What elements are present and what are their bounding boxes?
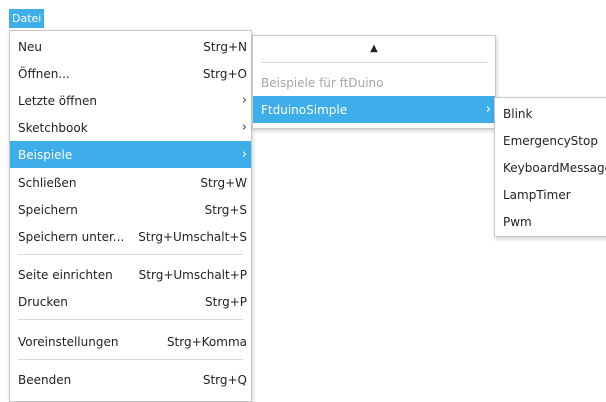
menu-item-shortcut: Strg+S: [204, 202, 247, 217]
menu-item-speichern[interactable]: Speichern Strg+S: [10, 196, 251, 223]
menu-item-shortcut: Strg+O: [202, 66, 247, 81]
menu-item-oeffnen[interactable]: Öffnen... Strg+O: [10, 60, 251, 87]
chevron-right-icon: ›: [485, 102, 491, 117]
menu-item-beispiele[interactable]: Beispiele ›: [10, 141, 251, 168]
menu-item-letzte-oeffnen[interactable]: Letzte öffnen ›: [10, 87, 251, 114]
menu-item-ftduinosimple[interactable]: FtduinoSimple ›: [253, 96, 495, 123]
menu-item-shortcut: Strg+Q: [202, 372, 247, 387]
menu-item-label: Neu: [18, 39, 42, 54]
menu-item-shortcut: Strg+Komma: [166, 334, 247, 349]
menu-item-label: Beispiele: [18, 147, 73, 162]
chevron-right-icon: ›: [241, 120, 247, 135]
menu-item-blink[interactable]: Blink: [495, 100, 606, 127]
menu-item-label: LampTimer: [503, 187, 571, 202]
menu-item-emergencystop[interactable]: EmergencyStop: [495, 127, 606, 154]
menu-item-shortcut: Strg+Umschalt+S: [138, 229, 247, 244]
menu-item-label: Voreinstellungen: [18, 334, 119, 349]
menu-separator: [18, 359, 243, 360]
menu-item-label: Pwm: [503, 214, 532, 229]
menu-item-schliessen[interactable]: Schließen Strg+W: [10, 169, 251, 196]
chevron-right-icon: ›: [241, 93, 247, 108]
menu-item-shortcut: Strg+W: [200, 175, 247, 190]
menu-separator: [18, 319, 243, 320]
menu-separator: [261, 62, 487, 63]
menu-item-sketchbook[interactable]: Sketchbook ›: [10, 114, 251, 141]
menu-separator: [18, 254, 243, 255]
menu-item-neu[interactable]: Neu Strg+N: [10, 33, 251, 60]
menu-item-voreinstellungen[interactable]: Voreinstellungen Strg+Komma: [10, 328, 251, 355]
menu-item-label: Speichern unter...: [18, 229, 125, 244]
menu-item-pwm[interactable]: Pwm: [495, 208, 606, 235]
menu-item-label: Speichern: [18, 202, 78, 217]
examples-menu: ▲ Beispiele für ftDuino FtduinoSimple ›: [252, 35, 496, 129]
menu-item-label: Öffnen...: [18, 66, 70, 81]
menu-item-speichern-unter[interactable]: Speichern unter... Strg+Umschalt+S: [10, 223, 251, 250]
menu-item-shortcut: Strg+P: [205, 294, 247, 309]
chevron-right-icon: ›: [241, 147, 247, 162]
menu-item-label: Blink: [503, 106, 533, 121]
menu-item-keyboardmessage[interactable]: KeyboardMessage: [495, 154, 606, 181]
menubar-datei[interactable]: Datei: [9, 9, 45, 28]
scroll-up-arrow-icon[interactable]: ▲: [253, 39, 495, 59]
menu-item-label: Schließen: [18, 175, 77, 190]
menu-item-lamptimer[interactable]: LampTimer: [495, 181, 606, 208]
menu-item-label: FtduinoSimple: [261, 102, 348, 117]
menu-item-shortcut: Strg+N: [203, 39, 247, 54]
menu-item-seite-einrichten[interactable]: Seite einrichten Strg+Umschalt+P: [10, 261, 251, 288]
file-menu: Neu Strg+N Öffnen... Strg+O Letzte öffne…: [9, 30, 252, 402]
menu-item-label: Drucken: [18, 294, 68, 309]
menu-item-label: Seite einrichten: [18, 267, 113, 282]
menu-item-shortcut: Strg+Umschalt+P: [138, 267, 247, 282]
menu-item-label: Beenden: [18, 372, 72, 387]
section-header-ftduino: Beispiele für ftDuino: [253, 69, 495, 96]
menu-item-label: KeyboardMessage: [503, 160, 606, 175]
section-header-label: Beispiele für ftDuino: [261, 75, 384, 90]
menu-item-label: Letzte öffnen: [18, 93, 97, 108]
menu-item-label: Sketchbook: [18, 120, 88, 135]
menu-item-label: EmergencyStop: [503, 133, 598, 148]
ftduinosimple-menu: Blink EmergencyStop KeyboardMessage Lamp…: [494, 97, 606, 237]
menu-item-drucken[interactable]: Drucken Strg+P: [10, 288, 251, 315]
